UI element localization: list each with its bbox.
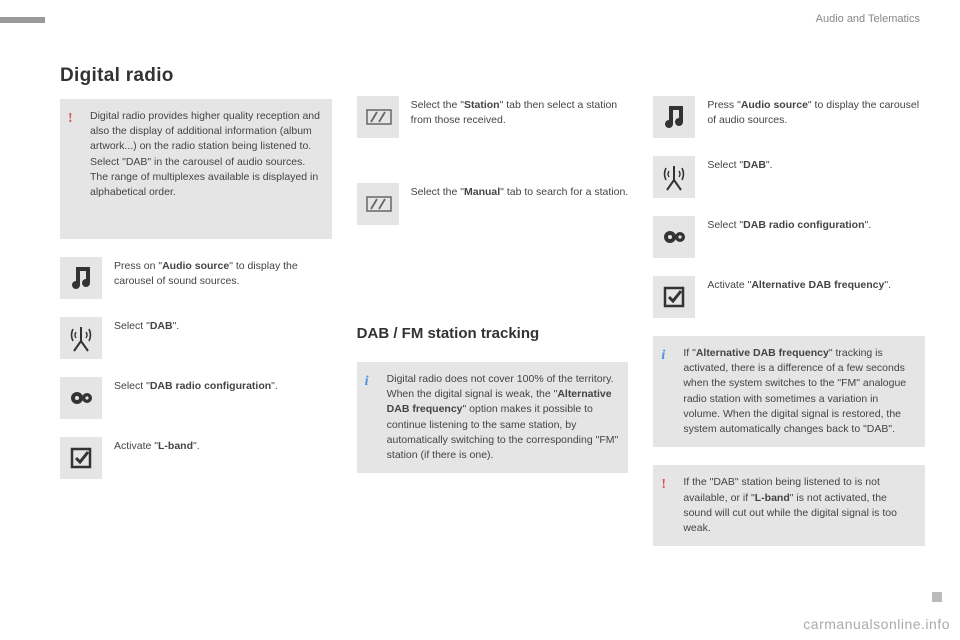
step-text: Select "DAB". [707, 156, 925, 173]
info-icon: i [661, 346, 665, 366]
exclamation-icon: ! [68, 109, 73, 129]
info-icon: i [365, 372, 369, 392]
checkbox-icon [653, 276, 695, 318]
column-1: Digital radio ! Digital radio provides h… [60, 65, 332, 564]
top-bar: Audio and Telematics [0, 0, 960, 25]
antenna-icon [653, 156, 695, 198]
step-text: Activate "Alternative DAB frequency". [707, 276, 925, 293]
page-marker-square [932, 592, 942, 602]
music-note-icon [60, 257, 102, 299]
watermark: carmanualsonline.info [803, 616, 950, 632]
step-select-dab-2: Select "DAB". [653, 156, 925, 198]
step-dab-config: Select "DAB radio configuration". [60, 377, 332, 419]
step-activate-altfreq: Activate "Alternative DAB frequency". [653, 276, 925, 318]
step-text: Select "DAB radio configuration". [707, 216, 925, 233]
step-text: Press on "Audio source" to display the c… [114, 257, 332, 289]
step-text: Select the "Station" tab then select a s… [411, 96, 629, 128]
page-title: Digital radio [60, 65, 332, 87]
step-text: Select the "Manual" tab to search for a … [411, 183, 629, 200]
gears-icon [653, 216, 695, 258]
step-audio-source-2: Press "Audio source" to display the caro… [653, 96, 925, 138]
step-text: Select "DAB radio configuration". [114, 377, 332, 394]
page-body: Digital radio ! Digital radio provides h… [0, 25, 960, 584]
parallelogram-icon [357, 96, 399, 138]
step-text: Select "DAB". [114, 317, 332, 334]
dab-fm-info-box: i Digital radio does not cover 100% of t… [357, 362, 629, 473]
step-select-station-tab: Select the "Station" tab then select a s… [357, 96, 629, 138]
exclamation-icon: ! [661, 475, 666, 495]
step-activate-lband: Activate "L-band". [60, 437, 332, 479]
step-dab-config-2: Select "DAB radio configuration". [653, 216, 925, 258]
header-section: Audio and Telematics [816, 13, 920, 25]
altfreq-info-box: i If "Alternative DAB frequency" trackin… [653, 336, 925, 447]
parallelogram-icon [357, 183, 399, 225]
step-select-dab: Select "DAB". [60, 317, 332, 359]
antenna-icon [60, 317, 102, 359]
header-stripe [0, 17, 45, 23]
step-audio-source: Press on "Audio source" to display the c… [60, 257, 332, 299]
music-note-icon [653, 96, 695, 138]
intro-warning-box: ! Digital radio provides higher quality … [60, 99, 332, 239]
gears-icon [60, 377, 102, 419]
column-2: Select the "Station" tab then select a s… [357, 65, 629, 564]
checkbox-icon [60, 437, 102, 479]
step-text: Activate "L-band". [114, 437, 332, 454]
lband-warning-box: ! If the "DAB" station being listened to… [653, 465, 925, 546]
step-text: Press "Audio source" to display the caro… [707, 96, 925, 128]
intro-text: Digital radio provides higher quality re… [90, 110, 320, 198]
step-select-manual-tab: Select the "Manual" tab to search for a … [357, 183, 629, 225]
column-3: Press "Audio source" to display the caro… [653, 65, 925, 564]
subheading-dab-fm: DAB / FM station tracking [357, 325, 629, 342]
